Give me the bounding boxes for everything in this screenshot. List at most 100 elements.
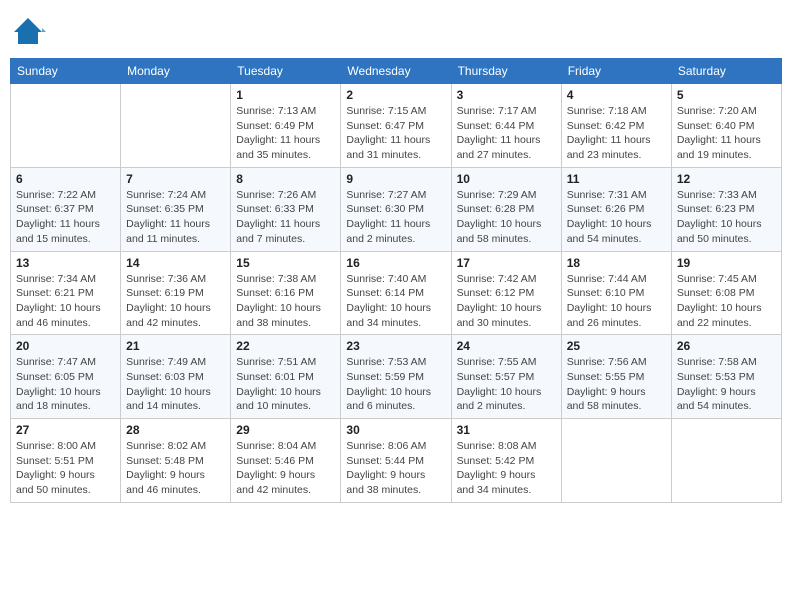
calendar-cell: 9 Sunrise: 7:27 AM Sunset: 6:30 PM Daylig… — [341, 167, 451, 251]
calendar-cell: 25 Sunrise: 7:56 AM Sunset: 5:55 PM Dayli… — [561, 335, 671, 419]
calendar-cell: 20 Sunrise: 7:47 AM Sunset: 6:05 PM Dayli… — [11, 335, 121, 419]
day-info: Sunrise: 7:53 AM Sunset: 5:59 PM Dayligh… — [346, 355, 445, 414]
day-info: Sunrise: 7:24 AM Sunset: 6:35 PM Dayligh… — [126, 188, 225, 247]
day-info: Sunrise: 7:47 AM Sunset: 6:05 PM Dayligh… — [16, 355, 115, 414]
day-of-week-header: Wednesday — [341, 59, 451, 84]
day-number: 6 — [16, 172, 115, 186]
calendar-cell: 29 Sunrise: 8:04 AM Sunset: 5:46 PM Dayli… — [231, 419, 341, 503]
logo-icon — [10, 14, 46, 50]
day-info: Sunrise: 7:15 AM Sunset: 6:47 PM Dayligh… — [346, 104, 445, 163]
calendar-cell: 3 Sunrise: 7:17 AM Sunset: 6:44 PM Daylig… — [451, 84, 561, 168]
day-info: Sunrise: 8:06 AM Sunset: 5:44 PM Dayligh… — [346, 439, 445, 498]
day-number: 2 — [346, 88, 445, 102]
day-number: 11 — [567, 172, 666, 186]
calendar-cell: 11 Sunrise: 7:31 AM Sunset: 6:26 PM Dayli… — [561, 167, 671, 251]
day-number: 25 — [567, 339, 666, 353]
day-info: Sunrise: 7:56 AM Sunset: 5:55 PM Dayligh… — [567, 355, 666, 414]
day-number: 31 — [457, 423, 556, 437]
calendar-cell: 10 Sunrise: 7:29 AM Sunset: 6:28 PM Dayli… — [451, 167, 561, 251]
day-of-week-header: Saturday — [671, 59, 781, 84]
day-info: Sunrise: 8:02 AM Sunset: 5:48 PM Dayligh… — [126, 439, 225, 498]
calendar-cell: 2 Sunrise: 7:15 AM Sunset: 6:47 PM Daylig… — [341, 84, 451, 168]
day-of-week-header: Monday — [121, 59, 231, 84]
calendar-week-row: 1 Sunrise: 7:13 AM Sunset: 6:49 PM Daylig… — [11, 84, 782, 168]
day-info: Sunrise: 8:08 AM Sunset: 5:42 PM Dayligh… — [457, 439, 556, 498]
calendar-cell: 4 Sunrise: 7:18 AM Sunset: 6:42 PM Daylig… — [561, 84, 671, 168]
day-number: 29 — [236, 423, 335, 437]
calendar-cell: 8Sunrise: 7:26 AM Sunset: 6:33 PM Daylig… — [231, 167, 341, 251]
day-info: Sunrise: 7:34 AM Sunset: 6:21 PM Dayligh… — [16, 272, 115, 331]
calendar-cell: 6 Sunrise: 7:22 AM Sunset: 6:37 PM Daylig… — [11, 167, 121, 251]
calendar-week-row: 20 Sunrise: 7:47 AM Sunset: 6:05 PM Dayli… — [11, 335, 782, 419]
calendar-cell: 15 Sunrise: 7:38 AM Sunset: 6:16 PM Dayli… — [231, 251, 341, 335]
calendar-cell: 5 Sunrise: 7:20 AM Sunset: 6:40 PM Daylig… — [671, 84, 781, 168]
calendar-cell — [671, 419, 781, 503]
day-info: Sunrise: 7:29 AM Sunset: 6:28 PM Dayligh… — [457, 188, 556, 247]
day-number: 26 — [677, 339, 776, 353]
day-number: 1 — [236, 88, 335, 102]
calendar-cell — [561, 419, 671, 503]
day-number: 21 — [126, 339, 225, 353]
day-number: 4 — [567, 88, 666, 102]
day-number: 30 — [346, 423, 445, 437]
calendar-cell: 31 Sunrise: 8:08 AM Sunset: 5:42 PM Dayli… — [451, 419, 561, 503]
day-info: Sunrise: 8:00 AM Sunset: 5:51 PM Dayligh… — [16, 439, 115, 498]
calendar-cell: 17 Sunrise: 7:42 AM Sunset: 6:12 PM Dayli… — [451, 251, 561, 335]
calendar-cell: 16 Sunrise: 7:40 AM Sunset: 6:14 PM Dayli… — [341, 251, 451, 335]
day-number: 15 — [236, 256, 335, 270]
day-info: Sunrise: 7:45 AM Sunset: 6:08 PM Dayligh… — [677, 272, 776, 331]
day-number: 14 — [126, 256, 225, 270]
calendar-cell: 26 Sunrise: 7:58 AM Sunset: 5:53 PM Dayli… — [671, 335, 781, 419]
day-info: Sunrise: 7:18 AM Sunset: 6:42 PM Dayligh… — [567, 104, 666, 163]
calendar-cell: 14Sunrise: 7:36 AM Sunset: 6:19 PM Dayli… — [121, 251, 231, 335]
calendar-cell — [121, 84, 231, 168]
day-of-week-header: Friday — [561, 59, 671, 84]
day-number: 10 — [457, 172, 556, 186]
day-info: Sunrise: 7:13 AM Sunset: 6:49 PM Dayligh… — [236, 104, 335, 163]
day-info: Sunrise: 7:22 AM Sunset: 6:37 PM Dayligh… — [16, 188, 115, 247]
day-info: Sunrise: 7:42 AM Sunset: 6:12 PM Dayligh… — [457, 272, 556, 331]
calendar-cell: 18 Sunrise: 7:44 AM Sunset: 6:10 PM Dayli… — [561, 251, 671, 335]
logo — [10, 14, 50, 50]
day-info: Sunrise: 7:17 AM Sunset: 6:44 PM Dayligh… — [457, 104, 556, 163]
day-number: 19 — [677, 256, 776, 270]
calendar-table: SundayMondayTuesdayWednesdayThursdayFrid… — [10, 58, 782, 503]
day-number: 27 — [16, 423, 115, 437]
day-info: Sunrise: 7:26 AM Sunset: 6:33 PM Dayligh… — [236, 188, 335, 247]
calendar-cell: 12Sunrise: 7:33 AM Sunset: 6:23 PM Dayli… — [671, 167, 781, 251]
day-info: Sunrise: 7:27 AM Sunset: 6:30 PM Dayligh… — [346, 188, 445, 247]
calendar-cell: 7 Sunrise: 7:24 AM Sunset: 6:35 PM Daylig… — [121, 167, 231, 251]
day-info: Sunrise: 7:40 AM Sunset: 6:14 PM Dayligh… — [346, 272, 445, 331]
day-number: 7 — [126, 172, 225, 186]
calendar-header-row: SundayMondayTuesdayWednesdayThursdayFrid… — [11, 59, 782, 84]
calendar-cell: 13 Sunrise: 7:34 AM Sunset: 6:21 PM Dayli… — [11, 251, 121, 335]
calendar-cell: 30 Sunrise: 8:06 AM Sunset: 5:44 PM Dayli… — [341, 419, 451, 503]
day-number: 17 — [457, 256, 556, 270]
calendar-cell: 19 Sunrise: 7:45 AM Sunset: 6:08 PM Dayli… — [671, 251, 781, 335]
day-info: Sunrise: 7:51 AM Sunset: 6:01 PM Dayligh… — [236, 355, 335, 414]
day-number: 20 — [16, 339, 115, 353]
day-of-week-header: Tuesday — [231, 59, 341, 84]
day-info: Sunrise: 7:20 AM Sunset: 6:40 PM Dayligh… — [677, 104, 776, 163]
day-info: Sunrise: 7:49 AM Sunset: 6:03 PM Dayligh… — [126, 355, 225, 414]
calendar-cell — [11, 84, 121, 168]
calendar-cell: 21 Sunrise: 7:49 AM Sunset: 6:03 PM Dayli… — [121, 335, 231, 419]
day-number: 9 — [346, 172, 445, 186]
day-info: Sunrise: 7:38 AM Sunset: 6:16 PM Dayligh… — [236, 272, 335, 331]
day-number: 5 — [677, 88, 776, 102]
calendar-week-row: 13 Sunrise: 7:34 AM Sunset: 6:21 PM Dayli… — [11, 251, 782, 335]
day-number: 16 — [346, 256, 445, 270]
day-info: Sunrise: 8:04 AM Sunset: 5:46 PM Dayligh… — [236, 439, 335, 498]
day-info: Sunrise: 7:58 AM Sunset: 5:53 PM Dayligh… — [677, 355, 776, 414]
day-info: Sunrise: 7:44 AM Sunset: 6:10 PM Dayligh… — [567, 272, 666, 331]
day-number: 13 — [16, 256, 115, 270]
day-info: Sunrise: 7:33 AM Sunset: 6:23 PM Dayligh… — [677, 188, 776, 247]
page-header — [10, 10, 782, 50]
day-number: 3 — [457, 88, 556, 102]
day-number: 18 — [567, 256, 666, 270]
calendar-cell: 1 Sunrise: 7:13 AM Sunset: 6:49 PM Daylig… — [231, 84, 341, 168]
day-number: 24 — [457, 339, 556, 353]
day-info: Sunrise: 7:31 AM Sunset: 6:26 PM Dayligh… — [567, 188, 666, 247]
calendar-cell: 22Sunrise: 7:51 AM Sunset: 6:01 PM Dayli… — [231, 335, 341, 419]
day-of-week-header: Sunday — [11, 59, 121, 84]
